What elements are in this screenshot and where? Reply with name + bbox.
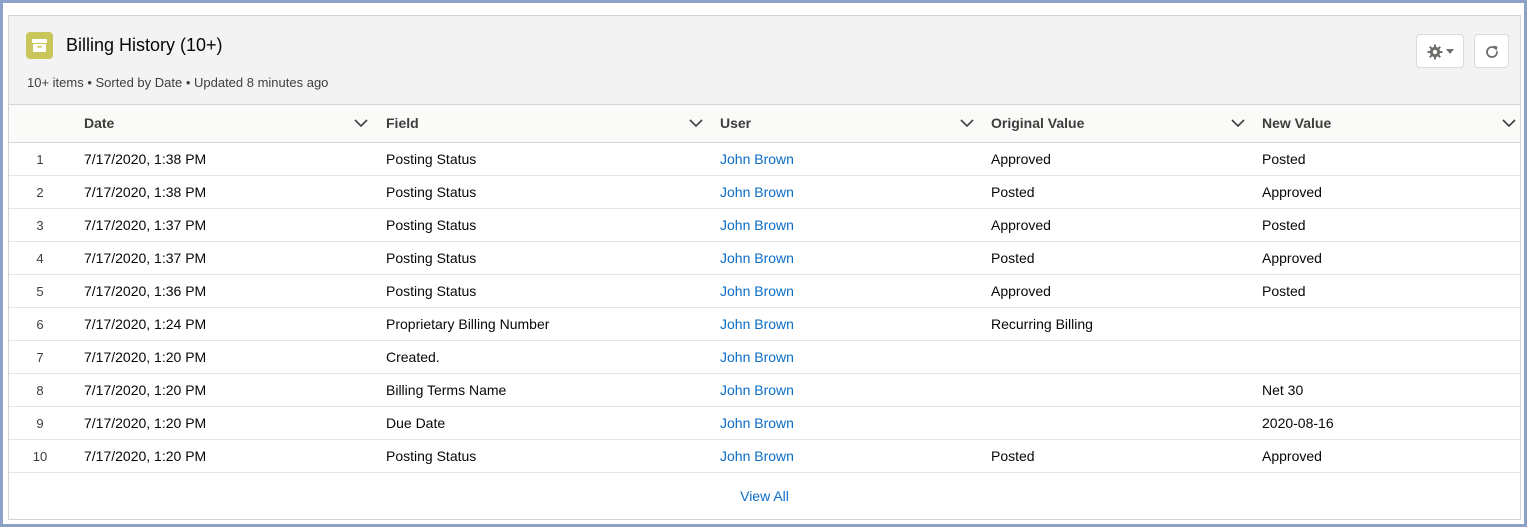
field-cell: Posting Status bbox=[386, 151, 477, 167]
chevron-down-icon[interactable] bbox=[1502, 119, 1516, 128]
user-link[interactable]: John Brown bbox=[720, 209, 794, 241]
table-row: 9 7/17/2020, 1:20 PM Due Date John Brown… bbox=[9, 407, 1520, 440]
refresh-button[interactable] bbox=[1474, 34, 1509, 68]
row-number: 8 bbox=[36, 383, 44, 398]
field-cell: Posting Status bbox=[386, 448, 477, 464]
original-value-cell: Approved bbox=[991, 151, 1051, 167]
table-row: 5 7/17/2020, 1:36 PM Posting Status John… bbox=[9, 275, 1520, 308]
new-value-cell: 2020-08-16 bbox=[1262, 415, 1334, 431]
original-value-cell: Recurring Billing bbox=[991, 316, 1093, 332]
user-link[interactable]: John Brown bbox=[720, 308, 794, 340]
column-header-date[interactable]: Date bbox=[84, 105, 114, 142]
date-cell: 7/17/2020, 1:36 PM bbox=[84, 283, 207, 299]
table-row: 7 7/17/2020, 1:20 PM Created. John Brown bbox=[9, 341, 1520, 374]
original-value-cell: Approved bbox=[991, 217, 1051, 233]
row-number: 3 bbox=[36, 218, 44, 233]
refresh-icon bbox=[1486, 45, 1498, 58]
column-header-field[interactable]: Field bbox=[386, 105, 419, 142]
new-value-cell: Posted bbox=[1262, 151, 1306, 167]
chevron-down-icon[interactable] bbox=[960, 119, 974, 128]
column-header-user[interactable]: User bbox=[720, 105, 751, 142]
field-cell: Due Date bbox=[386, 415, 446, 431]
date-cell: 7/17/2020, 1:24 PM bbox=[84, 316, 207, 332]
user-link[interactable]: John Brown bbox=[720, 242, 794, 274]
table-row: 4 7/17/2020, 1:37 PM Posting Status John… bbox=[9, 242, 1520, 275]
row-number: 10 bbox=[32, 449, 48, 464]
row-number: 5 bbox=[36, 284, 44, 299]
date-cell: 7/17/2020, 1:37 PM bbox=[84, 250, 207, 266]
column-header-original-value[interactable]: Original Value bbox=[991, 105, 1084, 142]
table-row: 6 7/17/2020, 1:24 PM Proprietary Billing… bbox=[9, 308, 1520, 341]
date-cell: 7/17/2020, 1:38 PM bbox=[84, 151, 207, 167]
chevron-down-icon[interactable] bbox=[354, 119, 368, 128]
date-cell: 7/17/2020, 1:37 PM bbox=[84, 217, 207, 233]
archive-icon bbox=[26, 32, 53, 59]
original-value-cell: Posted bbox=[991, 184, 1035, 200]
row-number: 4 bbox=[36, 251, 44, 266]
field-cell: Posting Status bbox=[386, 184, 477, 200]
new-value-cell: Approved bbox=[1262, 184, 1322, 200]
card-header: Billing History (10+) 10+ items • Sorted… bbox=[9, 16, 1520, 105]
new-value-cell: Approved bbox=[1262, 448, 1322, 464]
field-cell: Created. bbox=[386, 349, 440, 365]
chevron-down-icon[interactable] bbox=[1231, 119, 1245, 128]
new-value-cell: Posted bbox=[1262, 283, 1306, 299]
user-link[interactable]: John Brown bbox=[720, 275, 794, 307]
row-number: 6 bbox=[36, 317, 44, 332]
table-row: 10 7/17/2020, 1:20 PM Posting Status Joh… bbox=[9, 440, 1520, 473]
row-number: 9 bbox=[36, 416, 44, 431]
date-cell: 7/17/2020, 1:20 PM bbox=[84, 415, 207, 431]
user-link[interactable]: John Brown bbox=[720, 440, 794, 472]
gear-icon bbox=[1427, 44, 1443, 60]
field-cell: Billing Terms Name bbox=[386, 382, 507, 398]
date-cell: 7/17/2020, 1:20 PM bbox=[84, 448, 207, 464]
table-row: 8 7/17/2020, 1:20 PM Billing Terms Name … bbox=[9, 374, 1520, 407]
table-row: 2 7/17/2020, 1:38 PM Posting Status John… bbox=[9, 176, 1520, 209]
original-value-cell: Posted bbox=[991, 448, 1035, 464]
user-link[interactable]: John Brown bbox=[720, 374, 794, 406]
date-cell: 7/17/2020, 1:38 PM bbox=[84, 184, 207, 200]
card-subtitle: 10+ items • Sorted by Date • Updated 8 m… bbox=[27, 75, 329, 90]
new-value-cell: Approved bbox=[1262, 250, 1322, 266]
caret-down-icon bbox=[1446, 49, 1454, 54]
column-header-new-value[interactable]: New Value bbox=[1262, 105, 1331, 142]
field-cell: Posting Status bbox=[386, 250, 477, 266]
table-row: 1 7/17/2020, 1:38 PM Posting Status John… bbox=[9, 143, 1520, 176]
field-cell: Posting Status bbox=[386, 217, 477, 233]
billing-history-card: Billing History (10+) 10+ items • Sorted… bbox=[8, 15, 1521, 520]
row-number: 7 bbox=[36, 350, 44, 365]
table-header: Date Field User Original Value New Value bbox=[9, 105, 1520, 143]
field-cell: Proprietary Billing Number bbox=[386, 316, 550, 332]
table-row: 3 7/17/2020, 1:37 PM Posting Status John… bbox=[9, 209, 1520, 242]
chevron-down-icon[interactable] bbox=[689, 119, 703, 128]
user-link[interactable]: John Brown bbox=[720, 341, 794, 373]
settings-menu-button[interactable] bbox=[1416, 34, 1464, 68]
new-value-cell: Net 30 bbox=[1262, 382, 1304, 398]
new-value-cell: Posted bbox=[1262, 217, 1306, 233]
user-link[interactable]: John Brown bbox=[720, 176, 794, 208]
original-value-cell: Posted bbox=[991, 250, 1035, 266]
view-all-link[interactable]: View All bbox=[9, 488, 1520, 504]
user-link[interactable]: John Brown bbox=[720, 143, 794, 175]
original-value-cell: Approved bbox=[991, 283, 1051, 299]
row-number: 2 bbox=[36, 185, 44, 200]
user-link[interactable]: John Brown bbox=[720, 407, 794, 439]
date-cell: 7/17/2020, 1:20 PM bbox=[84, 349, 207, 365]
field-cell: Posting Status bbox=[386, 283, 477, 299]
row-number: 1 bbox=[36, 152, 44, 167]
card-title[interactable]: Billing History (10+) bbox=[66, 35, 223, 56]
date-cell: 7/17/2020, 1:20 PM bbox=[84, 382, 207, 398]
